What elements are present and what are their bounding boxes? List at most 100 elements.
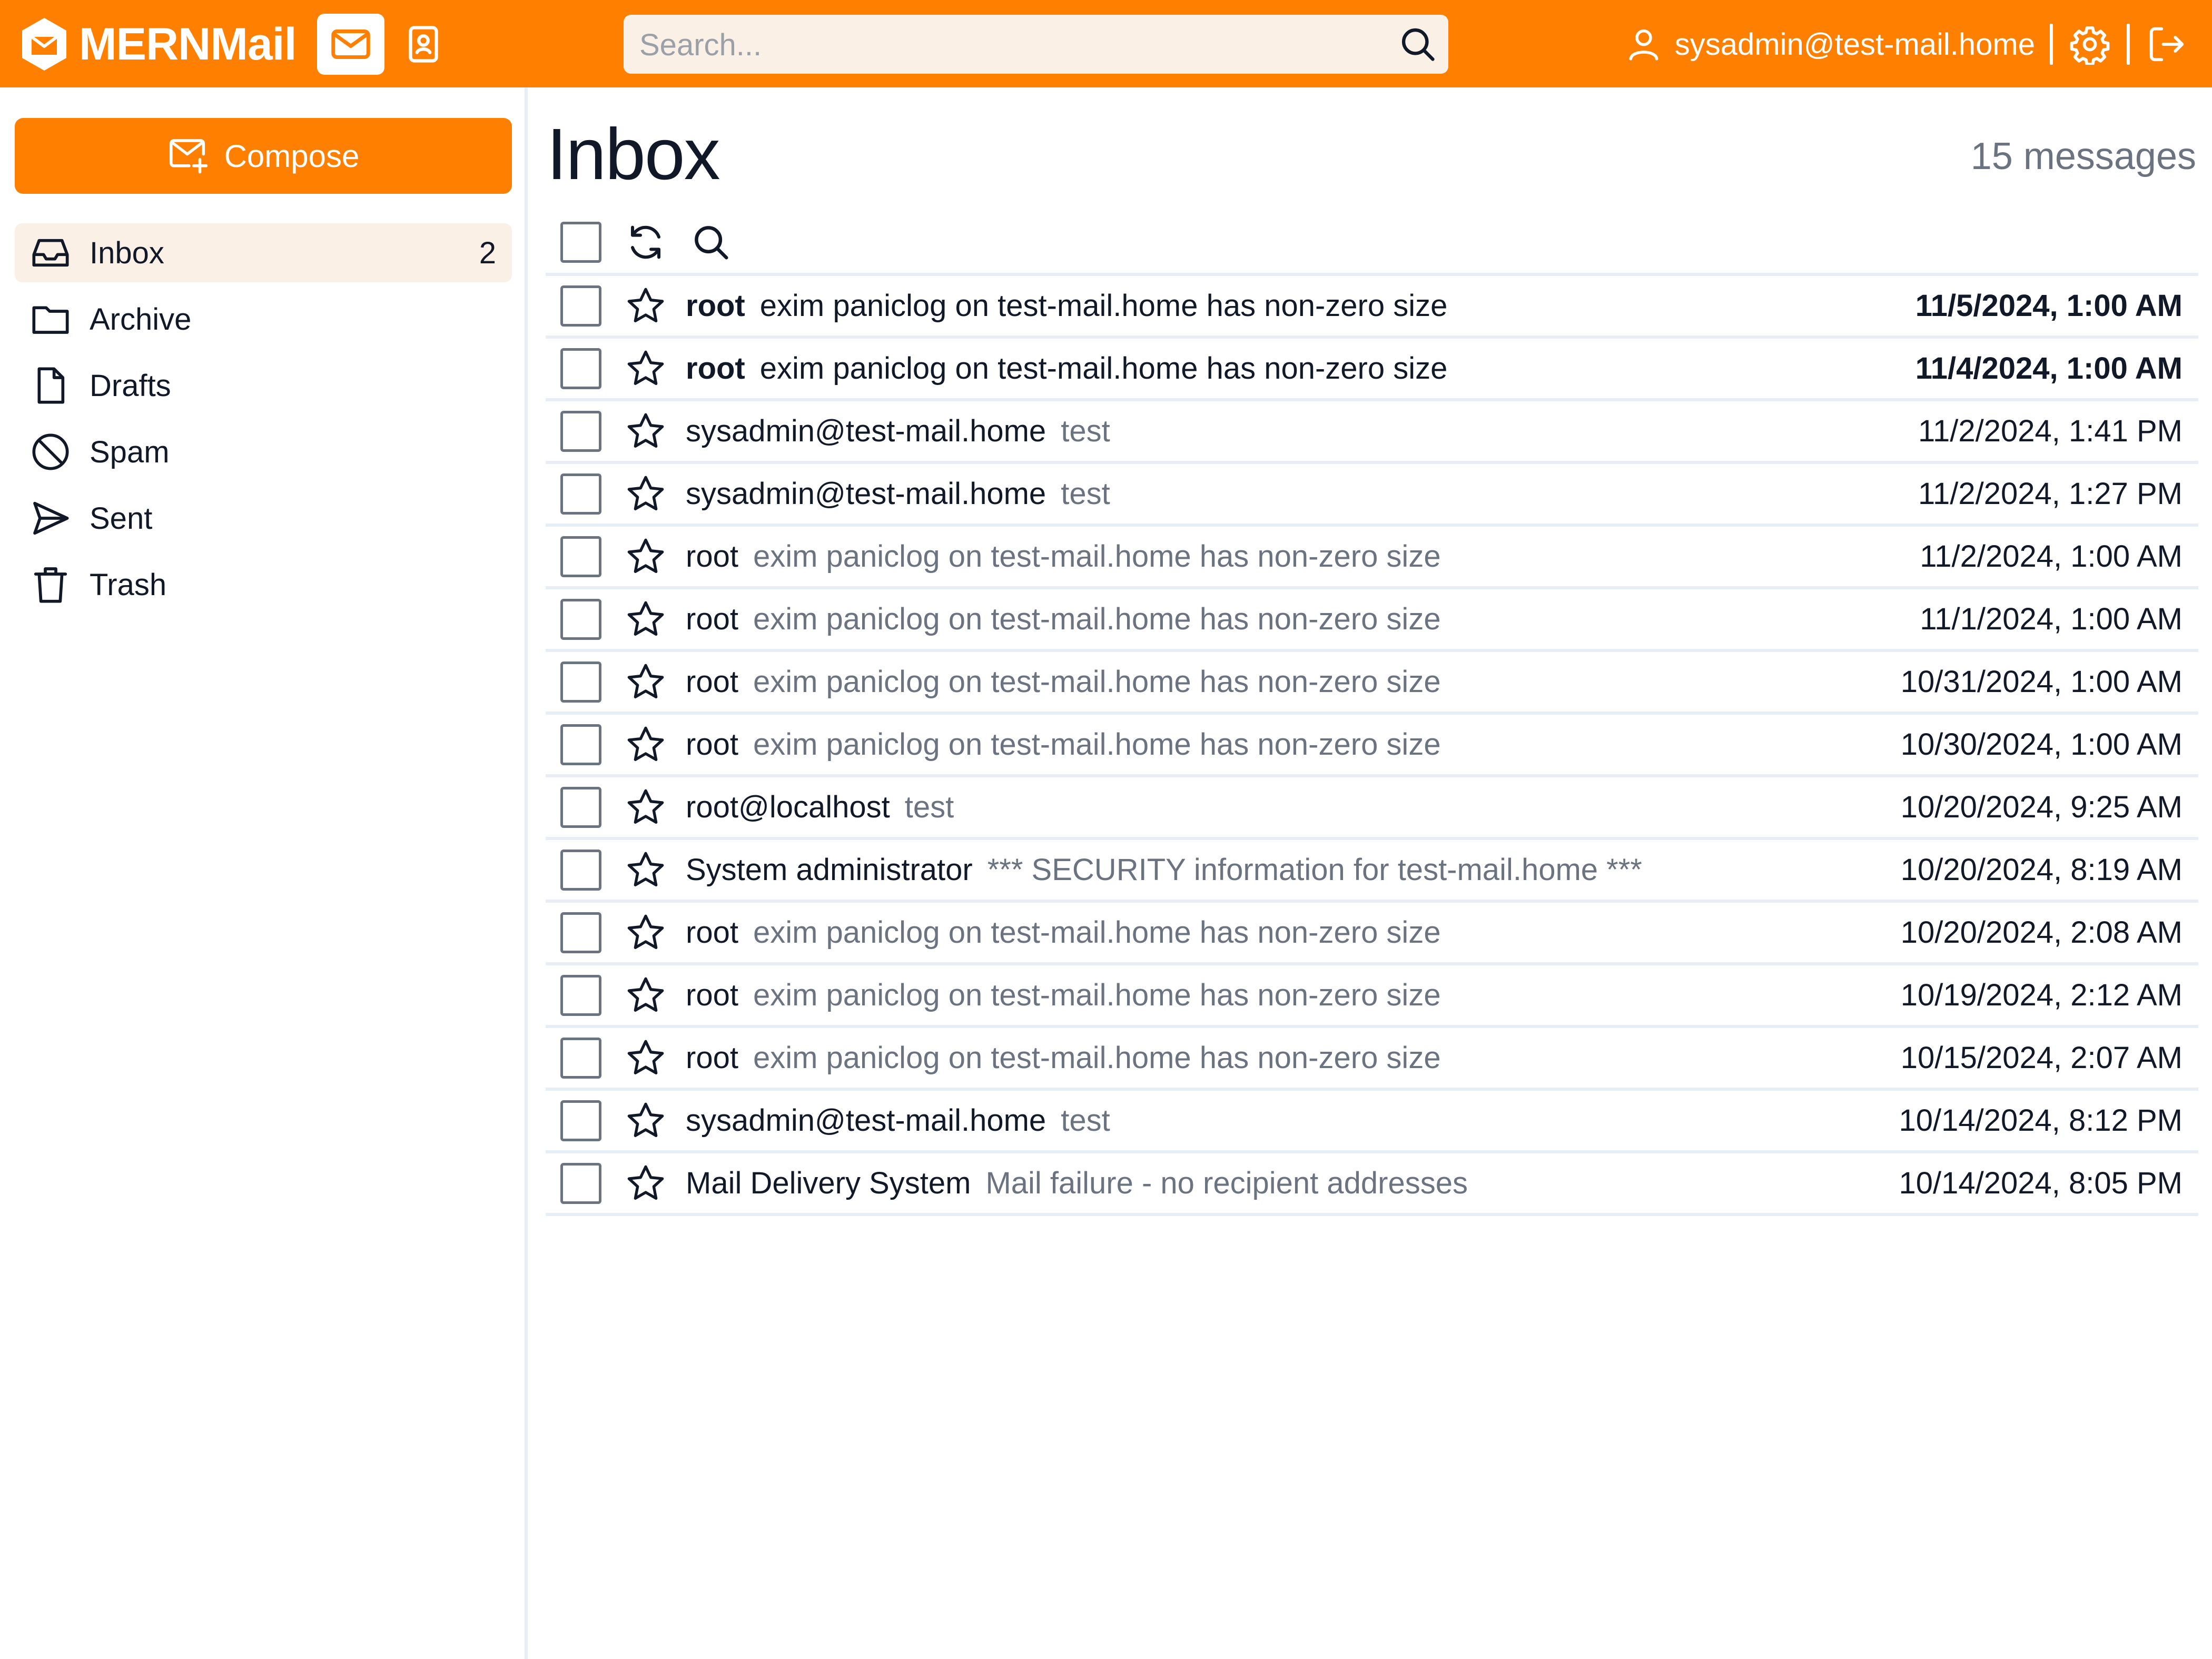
sidebar-item-archive[interactable]: Archive: [15, 290, 512, 349]
folder-icon: [28, 297, 73, 341]
contacts-nav-button[interactable]: [390, 14, 457, 75]
message-checkbox[interactable]: [560, 1037, 601, 1079]
message-row[interactable]: root exim paniclog on test-mail.home has …: [546, 1028, 2198, 1091]
star-button[interactable]: [624, 848, 668, 892]
message-row[interactable]: root exim paniclog on test-mail.home has …: [546, 652, 2198, 715]
message-row[interactable]: root exim paniclog on test-mail.home has …: [546, 339, 2198, 401]
search-icon: [695, 226, 728, 260]
message-sender: root: [686, 351, 745, 386]
star-button[interactable]: [624, 1161, 668, 1206]
message-checkbox[interactable]: [560, 1162, 601, 1204]
message-row[interactable]: root exim paniclog on test-mail.home has …: [546, 527, 2198, 589]
message-sender: root: [686, 978, 738, 1012]
message-checkbox[interactable]: [560, 661, 601, 703]
message-subject: exim paniclog on test-mail.home has non-…: [759, 351, 1448, 386]
message-date: 10/20/2024, 9:25 AM: [1900, 790, 2183, 824]
sidebar-item-drafts[interactable]: Drafts: [15, 356, 512, 415]
user-icon: [1629, 29, 1658, 61]
star-button[interactable]: [624, 973, 668, 1018]
star-button[interactable]: [624, 472, 668, 516]
message-row[interactable]: root exim paniclog on test-mail.home has …: [546, 965, 2198, 1028]
message-checkbox[interactable]: [560, 536, 601, 577]
star-button[interactable]: [624, 409, 668, 453]
star-button[interactable]: [624, 535, 668, 579]
brand[interactable]: MERNMail: [19, 16, 297, 73]
message-checkbox[interactable]: [560, 849, 601, 891]
star-button[interactable]: [624, 660, 668, 704]
message-checkbox[interactable]: [560, 1100, 601, 1141]
star-button[interactable]: [624, 1036, 668, 1080]
inbox-icon: [28, 231, 73, 275]
star-icon: [627, 476, 664, 510]
refresh-button[interactable]: [624, 220, 668, 264]
star-button[interactable]: [624, 597, 668, 641]
header-divider: [2127, 24, 2130, 65]
list-toolbar: [560, 216, 733, 269]
message-row[interactable]: root@localhost test 10/20/2024, 9:25 AM: [546, 777, 2198, 840]
star-icon: [627, 1165, 664, 1200]
star-icon: [627, 664, 664, 698]
document-icon: [28, 363, 73, 408]
message-row[interactable]: root exim paniclog on test-mail.home has …: [546, 276, 2198, 339]
message-row[interactable]: root exim paniclog on test-mail.home has …: [546, 903, 2198, 965]
message-row[interactable]: Mail Delivery System Mail failure - no re…: [546, 1153, 2198, 1216]
search-messages-button[interactable]: [689, 220, 733, 264]
message-checkbox[interactable]: [560, 598, 601, 640]
message-sender: root: [686, 665, 738, 699]
message-row[interactable]: root exim paniclog on test-mail.home has …: [546, 589, 2198, 652]
user-account-button[interactable]: sysadmin@test-mail.home: [1624, 25, 2035, 64]
message-row[interactable]: sysadmin@test-mail.home test 11/2/2024, 1:…: [546, 401, 2198, 464]
message-checkbox[interactable]: [560, 786, 601, 828]
star-button[interactable]: [624, 347, 668, 391]
message-subject: exim paniclog on test-mail.home has non-…: [753, 1041, 1441, 1075]
message-checkbox[interactable]: [560, 410, 601, 452]
message-sender: root: [686, 727, 738, 762]
sidebar-item-spam[interactable]: Spam: [15, 422, 512, 481]
message-row[interactable]: sysadmin@test-mail.home test 11/2/2024, 1:…: [546, 464, 2198, 527]
select-all-checkbox[interactable]: [560, 222, 601, 263]
page-title: Inbox: [547, 114, 720, 195]
logout-button[interactable]: [2145, 22, 2189, 66]
search-input[interactable]: [638, 15, 1378, 75]
star-button[interactable]: [624, 1099, 668, 1143]
search-button[interactable]: [1398, 24, 1438, 64]
sidebar-item-sent[interactable]: Sent: [15, 489, 512, 548]
star-icon: [627, 726, 664, 761]
search-bar: [624, 15, 1448, 75]
message-date: 10/14/2024, 8:05 PM: [1899, 1166, 2183, 1200]
sidebar-item-trash[interactable]: Trash: [15, 555, 512, 614]
star-button[interactable]: [624, 911, 668, 955]
star-icon: [627, 914, 664, 949]
send-icon: [28, 496, 73, 540]
message-checkbox[interactable]: [560, 348, 601, 389]
compose-button[interactable]: Compose: [15, 118, 512, 194]
sidebar-item-inbox[interactable]: Inbox 2: [15, 223, 512, 282]
message-checkbox[interactable]: [560, 724, 601, 765]
message-checkbox[interactable]: [560, 974, 601, 1016]
star-button[interactable]: [624, 785, 668, 829]
star-button[interactable]: [624, 723, 668, 767]
message-checkbox[interactable]: [560, 285, 601, 327]
logout-icon: [2149, 27, 2184, 62]
star-icon: [627, 413, 664, 448]
star-icon: [627, 977, 664, 1012]
message-subject: exim paniclog on test-mail.home has non-…: [753, 602, 1441, 636]
message-sender: sysadmin@test-mail.home: [686, 1103, 1046, 1138]
message-subject: exim paniclog on test-mail.home has non-…: [753, 915, 1441, 950]
message-date: 11/2/2024, 1:27 PM: [1918, 477, 2183, 511]
message-row[interactable]: root exim paniclog on test-mail.home has …: [546, 715, 2198, 777]
contacts-book-icon: [409, 26, 438, 63]
message-subject: test: [1061, 1103, 1110, 1138]
message-checkbox[interactable]: [560, 912, 601, 953]
sidebar-item-label: Sent: [90, 501, 153, 536]
message-row[interactable]: sysadmin@test-mail.home test 10/14/2024, 8…: [546, 1091, 2198, 1153]
message-sender: sysadmin@test-mail.home: [686, 414, 1046, 448]
message-sender: root: [686, 289, 745, 323]
star-button[interactable]: [624, 284, 668, 328]
message-date: 11/2/2024, 1:41 PM: [1918, 414, 2183, 448]
message-row[interactable]: System administrator *** SECURITY informa…: [546, 840, 2198, 903]
mail-nav-button[interactable]: [317, 14, 384, 75]
settings-button[interactable]: [2068, 22, 2112, 66]
message-sender: root: [686, 602, 738, 636]
message-checkbox[interactable]: [560, 473, 601, 515]
